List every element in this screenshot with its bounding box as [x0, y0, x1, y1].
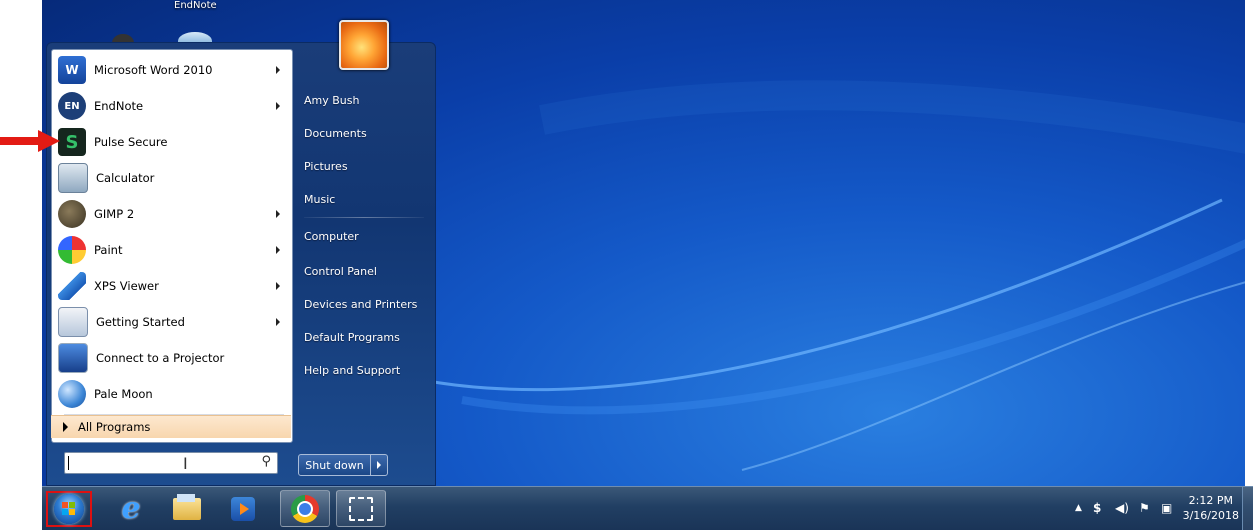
taskbar-internet-explorer[interactable]: e — [106, 490, 156, 527]
clock-date: 3/16/2018 — [1182, 509, 1239, 522]
program-item-paint[interactable]: Paint — [58, 234, 290, 266]
endnote-icon: EN — [58, 92, 86, 120]
network-icon[interactable]: ▣ — [1161, 501, 1172, 515]
pulse-secure-icon: S — [58, 128, 86, 156]
taskbar-chrome[interactable] — [280, 490, 330, 527]
right-separator — [304, 217, 424, 218]
start-right-item-help-support[interactable]: Help and Support — [304, 358, 430, 382]
start-right-item-pictures[interactable]: Pictures — [304, 154, 430, 178]
volume-icon[interactable]: ◀) — [1115, 501, 1129, 515]
right-item-label: Computer — [304, 229, 359, 243]
right-item-label: Control Panel — [304, 264, 377, 278]
right-item-label: Pictures — [304, 159, 348, 173]
start-right-item-documents[interactable]: Documents — [304, 121, 430, 145]
show-hidden-icons-icon[interactable]: ▲ — [1075, 503, 1082, 513]
shutdown-label: Shut down — [299, 455, 371, 475]
program-label: Connect to a Projector — [96, 351, 225, 365]
right-item-label: Default Programs — [304, 330, 400, 344]
start-right-item-default-programs[interactable]: Default Programs — [304, 325, 430, 349]
calculator-icon — [58, 163, 88, 193]
taskbar-snipping-tool[interactable] — [336, 490, 386, 527]
program-label: Microsoft Word 2010 — [94, 63, 213, 77]
left-margin — [0, 0, 42, 529]
program-label: Pale Moon — [94, 387, 153, 401]
program-label: Pulse Secure — [94, 135, 168, 149]
taskbar-media-center[interactable] — [218, 490, 268, 527]
red-arrow-annotation-icon — [0, 130, 60, 152]
program-label: Calculator — [96, 171, 155, 185]
submenu-arrow-icon — [276, 66, 280, 74]
right-item-label: Amy Bush — [304, 93, 360, 107]
submenu-arrow-icon — [276, 102, 280, 110]
all-programs-arrow-icon — [63, 422, 68, 432]
windows-logo-icon — [54, 494, 84, 524]
show-desktop-button[interactable] — [1242, 487, 1253, 530]
submenu-arrow-icon — [276, 318, 280, 326]
program-item-endnote[interactable]: EN EndNote — [58, 90, 290, 122]
submenu-arrow-icon — [276, 246, 280, 254]
right-item-label: Music — [304, 192, 336, 206]
taskbar-windows-explorer[interactable] — [162, 490, 212, 527]
all-programs-label: All Programs — [78, 420, 151, 434]
pale-moon-icon — [58, 380, 86, 408]
clock-time: 2:12 PM — [1188, 494, 1233, 507]
chrome-icon — [291, 494, 319, 523]
word-icon: W — [58, 56, 86, 84]
start-button[interactable] — [46, 491, 92, 527]
program-label: GIMP 2 — [94, 207, 135, 221]
programs-pane: W Microsoft Word 2010 EN EndNote S Pulse… — [51, 49, 293, 443]
getting-started-icon — [58, 307, 88, 337]
program-item-xps-viewer[interactable]: XPS Viewer — [58, 270, 290, 302]
start-right-item-user[interactable]: Amy Bush — [304, 88, 430, 112]
right-item-label: Devices and Printers — [304, 297, 418, 311]
program-item-pulse-secure[interactable]: S Pulse Secure — [58, 126, 290, 158]
windows-explorer-icon — [173, 493, 201, 520]
gimp-icon — [58, 200, 86, 228]
program-item-connect-projector[interactable]: Connect to a Projector — [58, 342, 290, 374]
internet-explorer-icon: e — [121, 491, 141, 526]
program-item-calculator[interactable]: Calculator — [58, 162, 290, 194]
right-margin — [1245, 0, 1253, 486]
submenu-arrow-icon — [276, 210, 280, 218]
projector-icon — [58, 343, 88, 373]
search-icon[interactable]: ⚲ — [261, 454, 271, 469]
start-menu: W Microsoft Word 2010 EN EndNote S Pulse… — [46, 20, 436, 486]
taskbar: e ▲ $ ◀) ⚑ ▣ 2:12 PM 3/16/2018 — [42, 486, 1253, 530]
start-right-item-music[interactable]: Music — [304, 187, 430, 211]
ibeam-cursor-icon: I — [183, 454, 188, 473]
start-search-input[interactable]: I ⚲ — [64, 452, 278, 474]
start-right-item-computer[interactable]: Computer — [304, 224, 430, 248]
program-label: EndNote — [94, 99, 144, 113]
start-right-item-control-panel[interactable]: Control Panel — [304, 259, 430, 283]
user-picture-icon[interactable] — [339, 20, 389, 70]
action-center-flag-icon[interactable]: ⚑ — [1139, 501, 1150, 515]
text-caret — [68, 456, 69, 470]
snipping-tool-icon — [349, 496, 373, 521]
paint-icon — [58, 236, 86, 264]
shutdown-button[interactable]: Shut down — [298, 454, 388, 476]
submenu-arrow-icon — [276, 282, 280, 290]
program-item-getting-started[interactable]: Getting Started — [58, 306, 290, 338]
arrow-right-icon — [377, 461, 381, 469]
pulse-secure-tray-icon[interactable]: $ — [1093, 501, 1101, 515]
right-item-label: Help and Support — [304, 363, 401, 377]
program-label: XPS Viewer — [94, 279, 159, 293]
desktop-icon-label[interactable]: EndNote — [174, 0, 217, 11]
clock[interactable]: 2:12 PM 3/16/2018 — [1183, 493, 1239, 523]
program-label: Paint — [94, 243, 123, 257]
program-item-word[interactable]: W Microsoft Word 2010 — [58, 54, 290, 86]
xps-viewer-icon — [58, 272, 86, 300]
start-right-item-devices-printers[interactable]: Devices and Printers — [304, 292, 430, 316]
program-item-pale-moon[interactable]: Pale Moon — [58, 378, 290, 410]
media-center-icon — [231, 496, 255, 521]
program-label: Getting Started — [96, 315, 185, 329]
system-tray: ▲ $ ◀) ⚑ ▣ 2:12 PM 3/16/2018 — [1053, 487, 1253, 530]
shutdown-options-button[interactable] — [371, 455, 387, 475]
all-programs-button[interactable]: All Programs — [51, 415, 291, 438]
right-item-label: Documents — [304, 126, 367, 140]
program-item-gimp[interactable]: GIMP 2 — [58, 198, 290, 230]
